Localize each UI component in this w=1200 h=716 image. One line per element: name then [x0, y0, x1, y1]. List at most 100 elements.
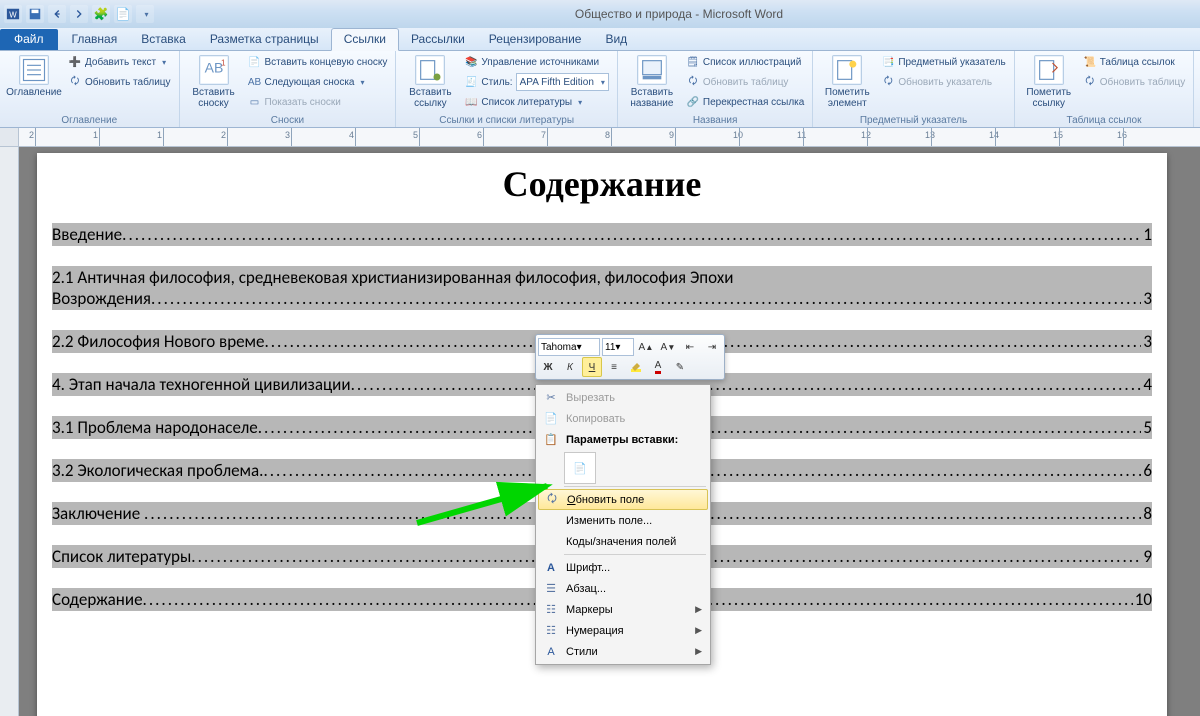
insert-endnote-button[interactable]: 📄Вставить концевую сноску [246, 53, 390, 71]
insert-caption-button[interactable]: Вставить название [624, 53, 680, 115]
style-selector[interactable]: 🧾Стиль: APA Fifth Edition [462, 73, 611, 91]
save-icon[interactable] [26, 5, 44, 23]
group-footnotes: AB1 Вставить сноску 📄Вставить концевую с… [180, 51, 397, 127]
bibliography-button[interactable]: 📖Список литературы [462, 93, 611, 111]
quick-access-toolbar: W 🧩 📄 [0, 5, 158, 23]
insert-index-button[interactable]: 📑Предметный указатель [879, 53, 1007, 71]
group-label: Сноски [186, 115, 390, 126]
grow-font-icon[interactable]: A▲ [636, 337, 656, 357]
menu-copy: 📄Копировать [538, 408, 708, 429]
document-heading: Содержание [37, 163, 1167, 205]
style-select[interactable]: APA Fifth Edition [516, 73, 609, 91]
menu-paragraph[interactable]: ☰Абзац... [538, 578, 708, 599]
redo-icon[interactable] [70, 5, 88, 23]
toc-entry[interactable]: Введение................................… [52, 223, 1152, 246]
toc-entry[interactable]: 2.1 Античная философия, средневековая хр… [52, 266, 1152, 310]
show-icon: ▭ [248, 95, 262, 109]
insert-citation-button[interactable]: Вставить ссылку [402, 53, 458, 115]
align-center-icon[interactable]: ≡ [604, 357, 624, 377]
font-size-select[interactable]: 11 ▾ [602, 338, 634, 356]
bold-icon[interactable]: Ж [538, 357, 558, 377]
tab-insert[interactable]: Вставка [129, 29, 198, 50]
biblio-icon: 📖 [464, 95, 478, 109]
refresh-icon: 🗘 [1083, 75, 1097, 89]
numbering-icon: ☷ [542, 624, 560, 637]
separator [564, 554, 706, 555]
window-title: Общество и природа - Microsoft Word [158, 7, 1200, 21]
tab-page-layout[interactable]: Разметка страницы [198, 29, 331, 50]
underline-icon[interactable]: Ч [582, 357, 602, 377]
menu-styles[interactable]: AСтили▶ [538, 641, 708, 662]
menu-field-codes[interactable]: Коды/значения полей [538, 531, 708, 552]
next-icon: AB [248, 75, 262, 89]
menu-numbering[interactable]: ☷Нумерация▶ [538, 620, 708, 641]
indent-dec-icon[interactable]: ⇤ [680, 337, 700, 357]
menu-edit-field[interactable]: Изменить поле... [538, 510, 708, 531]
ribbon: Оглавление ➕Добавить текст 🗘Обновить таб… [0, 51, 1200, 128]
endnote-icon: 📄 [248, 55, 262, 69]
mark-citation-button[interactable]: Пометить ссылку [1021, 53, 1077, 115]
group-captions: Вставить название 🗒Список иллюстраций 🗘О… [618, 51, 813, 127]
menu-font[interactable]: AШрифт... [538, 557, 708, 578]
vertical-ruler[interactable] [0, 147, 19, 716]
mark-citation-icon [1034, 55, 1064, 85]
menu-paste-options: 📋Параметры вставки: [538, 429, 708, 450]
update-toa-button: 🗘Обновить таблицу [1081, 73, 1188, 91]
paste-option-keep-source[interactable]: 📄 [564, 452, 596, 484]
tab-references[interactable]: Ссылки [331, 28, 399, 51]
insert-footnote-button[interactable]: AB1 Вставить сноску [186, 53, 242, 115]
ruler-corner [0, 128, 19, 146]
caption-icon [637, 55, 667, 85]
paragraph-icon: ☰ [542, 582, 560, 595]
citation-icon [415, 55, 445, 85]
tab-review[interactable]: Рецензирование [477, 29, 594, 50]
svg-text:1: 1 [221, 58, 226, 67]
menu-update-field[interactable]: 🗘Обновить поле [538, 489, 708, 510]
figlist-icon: 🗒 [686, 55, 700, 69]
tab-mailings[interactable]: Рассылки [399, 29, 477, 50]
group-index: Пометить элемент 📑Предметный указатель 🗘… [813, 51, 1014, 127]
italic-icon[interactable]: К [560, 357, 580, 377]
page: Содержание Введение.....................… [37, 153, 1167, 716]
context-menu: ✂Вырезать 📄Копировать 📋Параметры вставки… [535, 384, 711, 665]
add-text-button[interactable]: ➕Добавить текст [66, 53, 173, 71]
next-footnote-button[interactable]: ABСледующая сноска [246, 73, 390, 91]
document-scroll[interactable]: Содержание Введение.....................… [19, 147, 1200, 716]
cross-ref-button[interactable]: 🔗Перекрестная ссылка [684, 93, 806, 111]
mark-entry-button[interactable]: Пометить элемент [819, 53, 875, 115]
undo-icon[interactable] [48, 5, 66, 23]
qat-icon-1[interactable]: 🧩 [92, 5, 110, 23]
tab-home[interactable]: Главная [60, 29, 130, 50]
styles-icon: A [542, 646, 560, 658]
separator [564, 486, 706, 487]
table-of-figures-button[interactable]: 🗒Список иллюстраций [684, 53, 806, 71]
qat-customize-icon[interactable] [136, 5, 154, 23]
shrink-font-icon[interactable]: A▼ [658, 337, 678, 357]
horizontal-ruler[interactable]: 2112345678910111213141516 [0, 128, 1200, 147]
font-select[interactable]: Tahoma ▾ [538, 338, 600, 356]
insert-toa-button[interactable]: 📜Таблица ссылок [1081, 53, 1188, 71]
group-toc: Оглавление ➕Добавить текст 🗘Обновить таб… [0, 51, 180, 127]
toc-icon [19, 55, 49, 85]
font-icon: A [542, 562, 560, 574]
group-citations: Вставить ссылку 📚Управление источниками … [396, 51, 618, 127]
file-tab[interactable]: Файл [0, 29, 58, 50]
menu-cut: ✂Вырезать [538, 387, 708, 408]
update-toc-button[interactable]: 🗘Обновить таблицу [66, 73, 173, 91]
font-color-icon[interactable]: A [648, 357, 668, 377]
manage-sources-button[interactable]: 📚Управление источниками [462, 53, 611, 71]
format-painter-icon[interactable]: ✎ [670, 357, 690, 377]
menu-bullets[interactable]: ☷Маркеры▶ [538, 599, 708, 620]
tab-view[interactable]: Вид [593, 29, 639, 50]
ribbon-tabs: Файл Главная Вставка Разметка страницы С… [0, 28, 1200, 51]
document-area: Содержание Введение.....................… [0, 147, 1200, 716]
toa-icon: 📜 [1083, 55, 1097, 69]
crossref-icon: 🔗 [686, 95, 700, 109]
highlight-icon[interactable] [626, 357, 646, 377]
style-icon: 🧾 [464, 75, 478, 89]
word-icon: W [4, 5, 22, 23]
group-toa: Пометить ссылку 📜Таблица ссылок 🗘Обновит… [1015, 51, 1195, 127]
toc-button[interactable]: Оглавление [6, 53, 62, 115]
indent-inc-icon[interactable]: ⇥ [702, 337, 722, 357]
qat-icon-2[interactable]: 📄 [114, 5, 132, 23]
